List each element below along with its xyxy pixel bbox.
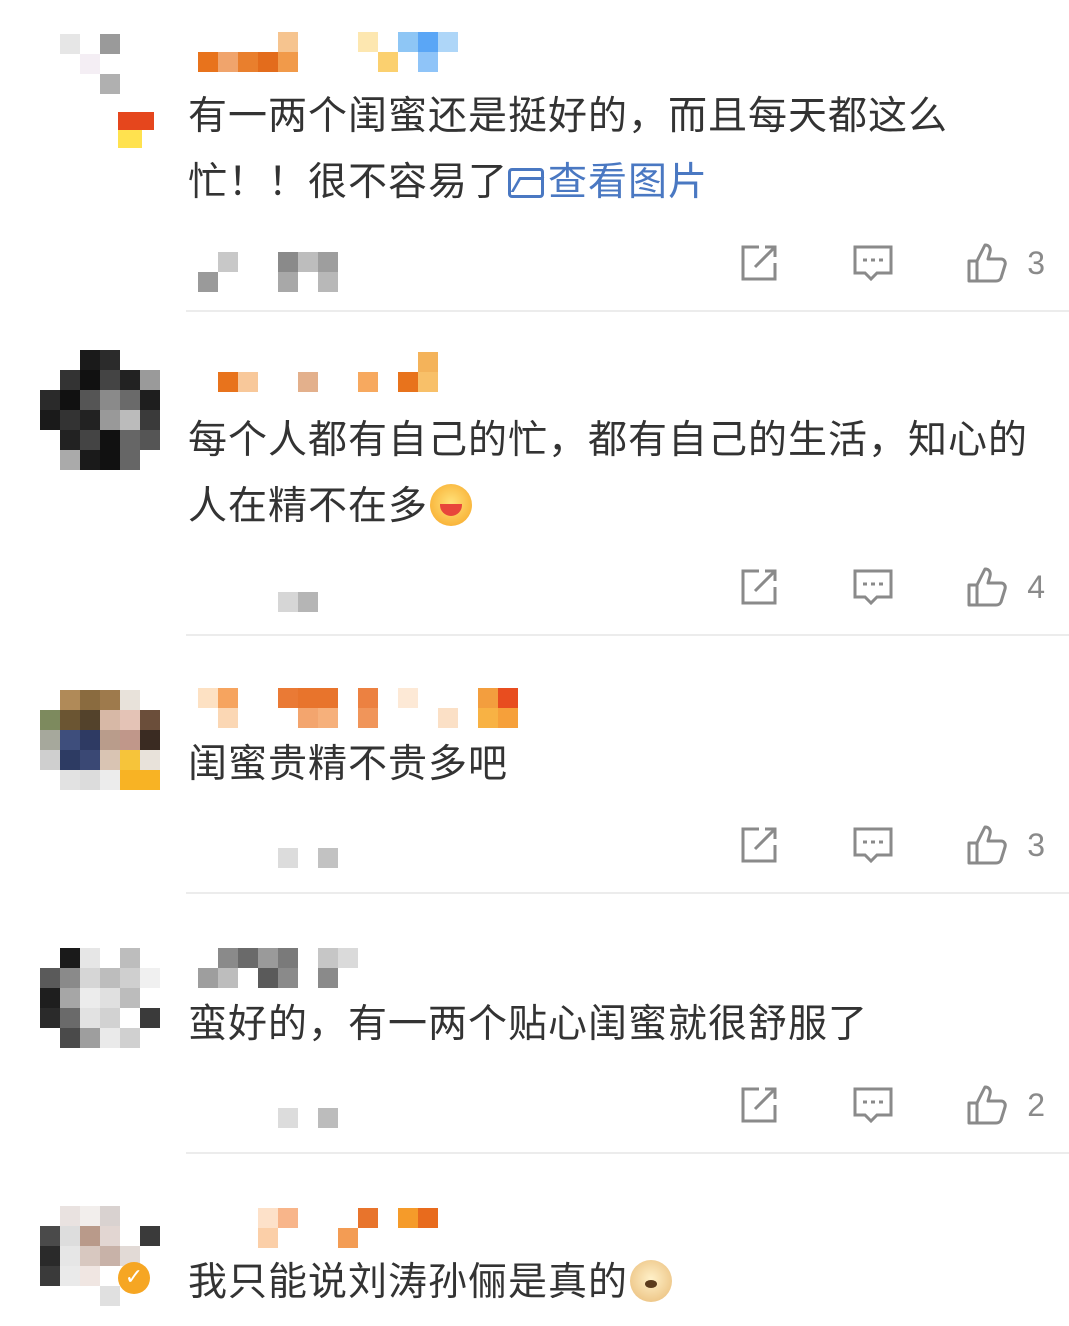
like-button[interactable]: 3 xyxy=(965,241,1045,285)
doge-emoji-icon xyxy=(630,1260,673,1302)
avatar[interactable] xyxy=(40,350,160,470)
comment-text: 每个人都有自己的忙，都有自己的生活，知心的人在精不在多 xyxy=(188,418,1029,529)
like-button[interactable]: 4 xyxy=(965,565,1045,609)
share-button[interactable] xyxy=(737,1083,781,1127)
comment-text: 我只能说刘涛孙俪是真的 xyxy=(188,1250,1048,1316)
picture-icon xyxy=(508,168,545,198)
reply-icon xyxy=(853,245,893,282)
level-badge-icon xyxy=(118,112,154,148)
reply-button[interactable] xyxy=(851,1083,895,1127)
comment-text: 闺蜜贵精不贵多吧 xyxy=(188,742,509,787)
divider xyxy=(186,1152,1069,1154)
share-icon xyxy=(741,1087,777,1123)
share-icon xyxy=(741,569,777,605)
share-icon xyxy=(741,827,777,863)
comment-text: 有一两个闺蜜还是挺好的，而且每天都这么忙！！很不容易了 查看图片 xyxy=(188,94,949,205)
divider xyxy=(186,892,1069,894)
thumbs-up-icon xyxy=(967,243,1007,283)
view-image-link[interactable]: 查看图片 xyxy=(508,160,708,205)
comment-text: 蛮好的，有一两个贴心闺蜜就很舒服了 xyxy=(188,1002,869,1047)
share-button[interactable] xyxy=(737,823,781,867)
divider xyxy=(186,634,1069,636)
share-button[interactable] xyxy=(737,241,781,285)
share-button[interactable] xyxy=(737,565,781,609)
like-count: 3 xyxy=(1027,826,1045,863)
avatar[interactable] xyxy=(40,948,160,1068)
share-icon xyxy=(741,245,777,281)
reply-button[interactable] xyxy=(851,241,895,285)
reply-button[interactable] xyxy=(851,565,895,609)
reply-icon xyxy=(853,569,893,606)
like-count: 4 xyxy=(1027,568,1045,605)
divider xyxy=(186,310,1069,312)
reply-icon xyxy=(853,1087,893,1124)
comment-actions: 3 xyxy=(667,820,1045,870)
thumbs-up-icon xyxy=(967,567,1007,607)
reply-icon xyxy=(853,827,893,864)
like-count: 2 xyxy=(1027,1086,1045,1123)
avatar[interactable] xyxy=(40,690,160,810)
hug-emoji-icon xyxy=(430,484,473,526)
comment-actions: 2 xyxy=(667,1080,1045,1130)
comment-actions: 4 xyxy=(667,562,1045,612)
comment-actions: 3 xyxy=(667,238,1045,288)
thumbs-up-icon xyxy=(967,825,1007,865)
verified-badge-icon: ✓ xyxy=(118,1262,150,1294)
like-count: 3 xyxy=(1027,244,1045,281)
thumbs-up-icon xyxy=(967,1085,1007,1125)
reply-button[interactable] xyxy=(851,823,895,867)
like-button[interactable]: 3 xyxy=(965,823,1045,867)
like-button[interactable]: 2 xyxy=(965,1083,1045,1127)
